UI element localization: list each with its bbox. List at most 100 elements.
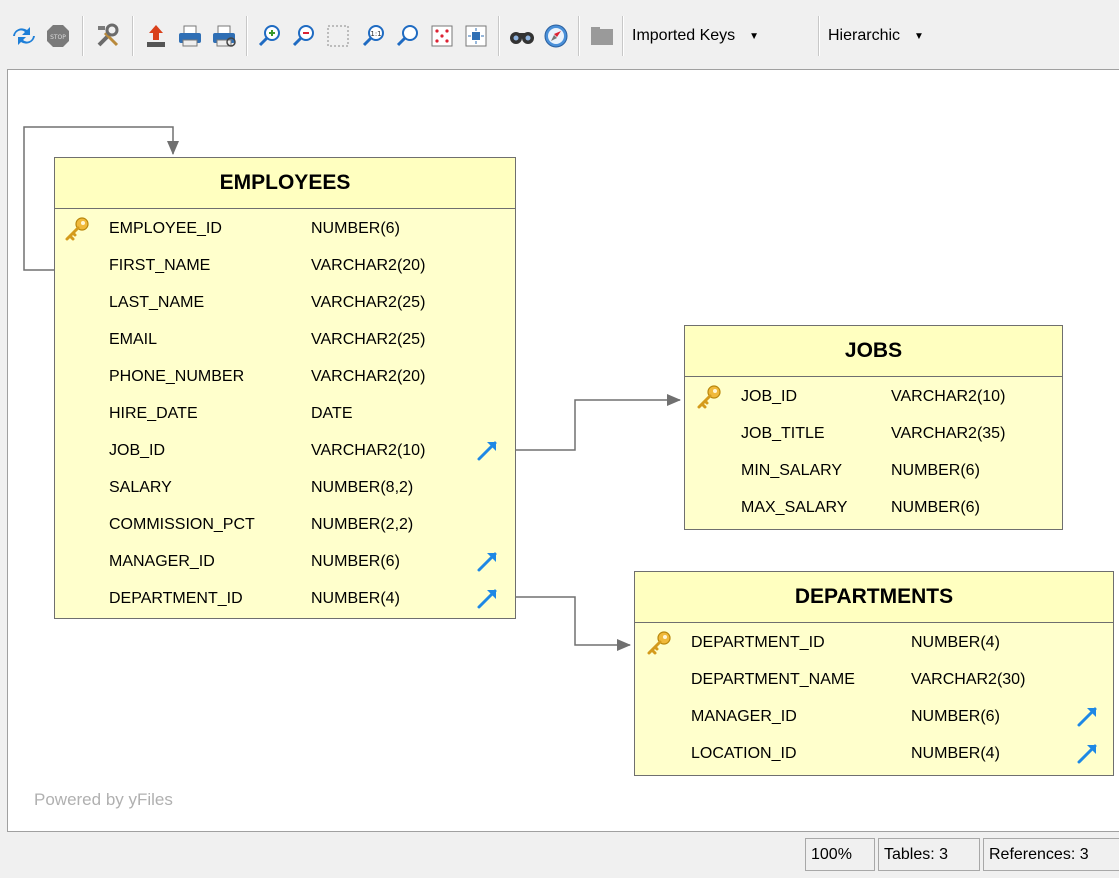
primary-key-icon [645,629,673,657]
primary-key-icon [695,383,723,411]
relationship-mode-dropdown[interactable]: Imported Keys ▼ [632,20,759,52]
column-row[interactable]: PHONE_NUMBER VARCHAR2(20) [55,358,515,395]
print-icon[interactable] [176,22,204,50]
column-type: VARCHAR2(10) [891,388,1006,405]
column-row[interactable]: JOB_ID VARCHAR2(10) [685,378,1062,415]
column-row[interactable]: LAST_NAME VARCHAR2(25) [55,284,515,321]
column-name: JOB_TITLE [741,425,825,442]
column-row[interactable]: JOB_TITLE VARCHAR2(35) [685,415,1062,452]
status-bar: 100% Tables: 3 References: 3 [0,832,1119,878]
column-row[interactable]: COMMISSION_PCT NUMBER(2,2) [55,506,515,543]
print-preview-icon[interactable] [210,22,238,50]
column-name: EMAIL [109,331,158,348]
table-departments[interactable]: DEPARTMENTS DEPARTMENT_ID NUMBER(4) DEPART… [634,571,1114,776]
column-type: NUMBER(4) [311,590,400,607]
binoculars-icon[interactable] [508,22,536,50]
chevron-down-icon: ▼ [914,30,924,42]
column-row[interactable]: FIRST_NAME VARCHAR2(20) [55,247,515,284]
zoom-area-icon[interactable] [324,22,352,50]
toolbar: STOP 1:1 Imported Keys ▼ Hierarchic ▼ [0,0,1119,68]
column-name: JOB_ID [741,388,798,405]
column-name: DEPARTMENT_ID [109,590,243,607]
relationship-mode-label: Imported Keys [632,27,736,44]
zoom-out-icon[interactable] [290,22,318,50]
column-name: MAX_SALARY [741,499,848,516]
column-type: VARCHAR2(20) [311,368,426,385]
column-name: MANAGER_ID [691,708,797,725]
primary-key-icon [63,215,91,243]
column-row[interactable]: EMAIL VARCHAR2(25) [55,321,515,358]
column-row[interactable]: LOCATION_ID NUMBER(4) [635,735,1113,772]
fit-content-icon[interactable] [428,22,456,50]
column-type: DATE [311,405,353,422]
column-row[interactable]: MIN_SALARY NUMBER(6) [685,452,1062,489]
column-name: DEPARTMENT_ID [691,634,825,651]
column-row[interactable]: MAX_SALARY NUMBER(6) [685,489,1062,526]
zoom-status: 100% [805,838,875,871]
column-type: VARCHAR2(35) [891,425,1006,442]
column-type: VARCHAR2(20) [311,257,426,274]
foreign-key-icon[interactable] [1075,740,1101,766]
column-row[interactable]: MANAGER_ID NUMBER(6) [55,543,515,580]
column-row[interactable]: JOB_ID VARCHAR2(10) [55,432,515,469]
table-employees[interactable]: EMPLOYEES EMPLOYEE_ID NUMBER(6) FIRST_NAME… [54,157,516,619]
column-type: NUMBER(6) [891,462,980,479]
column-type: NUMBER(6) [311,220,400,237]
zoom-in-icon[interactable] [256,22,284,50]
zoom-search-icon[interactable] [394,22,422,50]
svg-text:STOP: STOP [50,34,66,41]
column-row[interactable]: HIRE_DATE DATE [55,395,515,432]
svg-text:1:1: 1:1 [370,30,381,38]
column-row[interactable]: DEPARTMENT_NAME VARCHAR2(30) [635,661,1113,698]
foreign-key-icon[interactable] [475,585,501,611]
column-name: LOCATION_ID [691,745,797,762]
table-title: EMPLOYEES [55,158,515,209]
column-name: HIRE_DATE [109,405,198,422]
column-name: FIRST_NAME [109,257,211,274]
column-type: NUMBER(8,2) [311,479,414,496]
fit-selection-icon[interactable] [462,22,490,50]
refresh-icon[interactable] [10,22,38,50]
column-type: NUMBER(6) [891,499,980,516]
tools-icon[interactable] [94,22,122,50]
watermark: Powered by yFiles [34,790,173,809]
column-name: LAST_NAME [109,294,205,311]
column-name: COMMISSION_PCT [109,516,255,533]
references-count-status: References: 3 [983,838,1119,871]
diagram-canvas[interactable]: EMPLOYEES EMPLOYEE_ID NUMBER(6) FIRST_NAME… [7,69,1119,832]
column-name: MIN_SALARY [741,462,843,479]
foreign-key-icon[interactable] [475,437,501,463]
column-type: NUMBER(6) [911,708,1000,725]
column-type: VARCHAR2(30) [911,671,1026,688]
layout-mode-dropdown[interactable]: Hierarchic ▼ [828,20,924,52]
table-jobs[interactable]: JOBS JOB_ID VARCHAR2(10) JOB_TITLE VARCHAR2… [684,325,1063,530]
column-list: DEPARTMENT_ID NUMBER(4) DEPARTMENT_NAME VAR… [635,624,1113,772]
column-name: DEPARTMENT_NAME [691,671,855,688]
stop-icon[interactable]: STOP [44,22,72,50]
column-name: SALARY [109,479,172,496]
column-type: NUMBER(2,2) [311,516,414,533]
chevron-down-icon: ▼ [749,30,760,42]
column-row[interactable]: DEPARTMENT_ID NUMBER(4) [55,580,515,617]
column-name: EMPLOYEE_ID [109,220,222,237]
column-list: EMPLOYEE_ID NUMBER(6) FIRST_NAME VARCHAR2(2… [55,210,515,617]
column-row[interactable]: SALARY NUMBER(8,2) [55,469,515,506]
layout-mode-label: Hierarchic [828,27,901,44]
column-type: VARCHAR2(25) [311,331,426,348]
export-icon[interactable] [142,22,170,50]
relation-edge-employees-departments [516,596,631,651]
column-row[interactable]: EMPLOYEE_ID NUMBER(6) [55,210,515,247]
table-title: DEPARTMENTS [635,572,1113,623]
column-type: VARCHAR2(25) [311,294,426,311]
layers-icon[interactable] [588,22,616,50]
column-type: NUMBER(4) [911,745,1000,762]
foreign-key-icon[interactable] [475,548,501,574]
column-row[interactable]: MANAGER_ID NUMBER(6) [635,698,1113,735]
tables-count-status: Tables: 3 [878,838,980,871]
column-name: PHONE_NUMBER [109,368,245,385]
foreign-key-icon[interactable] [1075,703,1101,729]
zoom-actual-icon[interactable]: 1:1 [360,22,388,50]
column-row[interactable]: DEPARTMENT_ID NUMBER(4) [635,624,1113,661]
navigator-icon[interactable] [542,22,570,50]
column-name: JOB_ID [109,442,166,459]
